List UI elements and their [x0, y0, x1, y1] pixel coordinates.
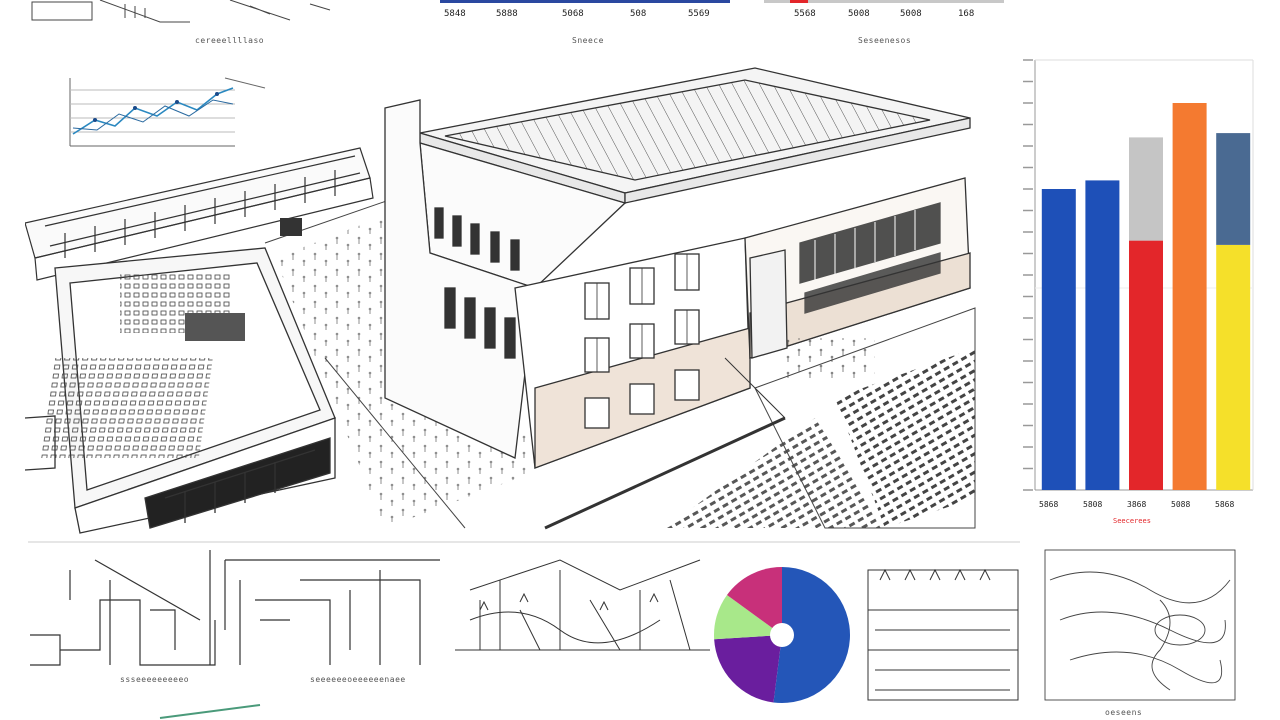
- bar-chart-svg: 5868 5808 3868 5088 5868 Seecerees: [1023, 59, 1254, 525]
- bar-5: [1216, 244, 1251, 490]
- top-left-sketch: [31, 0, 331, 23]
- bar-1: [1041, 189, 1076, 490]
- bar-chart-ticks: [1023, 59, 1033, 491]
- pie-center-hole: [770, 623, 794, 647]
- bottom-strip: ssseeeeeeeeeo seeeeeeoeeeeeenaee oeseens: [0, 540, 1280, 720]
- bottom-caption-3: oeseens: [1105, 708, 1143, 717]
- building-illustration: [25, 58, 980, 538]
- bar-chart-x-labels: 5868 5808 3868 5088 5868: [1039, 500, 1234, 509]
- bar-x-label-2: 5808: [1083, 500, 1102, 509]
- pie-chart: [714, 567, 850, 703]
- section-sketch-2: [455, 559, 710, 651]
- top-right-chart: 5568 5008 5008 168: [764, 0, 1004, 19]
- bottom-caption-2: seeeeeeoeeeeeenaee: [310, 675, 406, 684]
- bar-2: [1085, 180, 1120, 490]
- bar-chart-caption: Seecerees: [1113, 517, 1151, 525]
- bar-3: [1129, 240, 1163, 490]
- bar-x-label-5: 5868: [1215, 500, 1234, 509]
- pie-slice-2: [714, 635, 782, 703]
- top-mid-value-5: 5569: [688, 9, 710, 19]
- top-mid-value-2: 5888: [496, 9, 518, 19]
- top-right-caption: Seseenesos: [858, 36, 912, 45]
- building-svg: [25, 58, 980, 538]
- section-sketch-1: [30, 550, 440, 666]
- section-sketch-3: [867, 568, 1019, 701]
- top-mid-value-3: 5068: [562, 9, 584, 19]
- bottom-green-line: [159, 704, 261, 719]
- bar-5-stack: [1216, 133, 1251, 245]
- bar-3-stack: [1129, 137, 1163, 241]
- top-right-value-4: 168: [958, 9, 974, 19]
- bar-x-label-1: 5868: [1039, 500, 1058, 509]
- section-sketch-4: [1044, 549, 1236, 701]
- top-mid-value-1: 5848: [444, 9, 466, 19]
- bar-chart-bars: [1041, 103, 1251, 490]
- top-right-value-2: 5008: [848, 9, 870, 19]
- bar-x-label-4: 5088: [1171, 500, 1190, 509]
- top-mid-chart: 5848 5888 5068 508 5569: [440, 0, 730, 19]
- top-left-caption: cereeellllaso: [195, 36, 265, 45]
- bar-chart-panel: 5868 5808 3868 5088 5868 Seecerees: [995, 55, 1260, 535]
- top-mid-value-4: 508: [630, 9, 646, 19]
- top-right-value-1: 5568: [794, 9, 816, 19]
- top-mid-caption: Sneece: [572, 36, 604, 45]
- top-right-value-3: 5008: [900, 9, 922, 19]
- bar-x-label-3: 3868: [1127, 500, 1146, 509]
- bottom-caption-1: ssseeeeeeeeeo: [120, 675, 190, 684]
- top-strip: cereeellllaso 5848 5888 5068 508 5569 Sn…: [0, 0, 1280, 55]
- bottom-sketches: [28, 541, 1236, 719]
- bar-4: [1172, 103, 1207, 490]
